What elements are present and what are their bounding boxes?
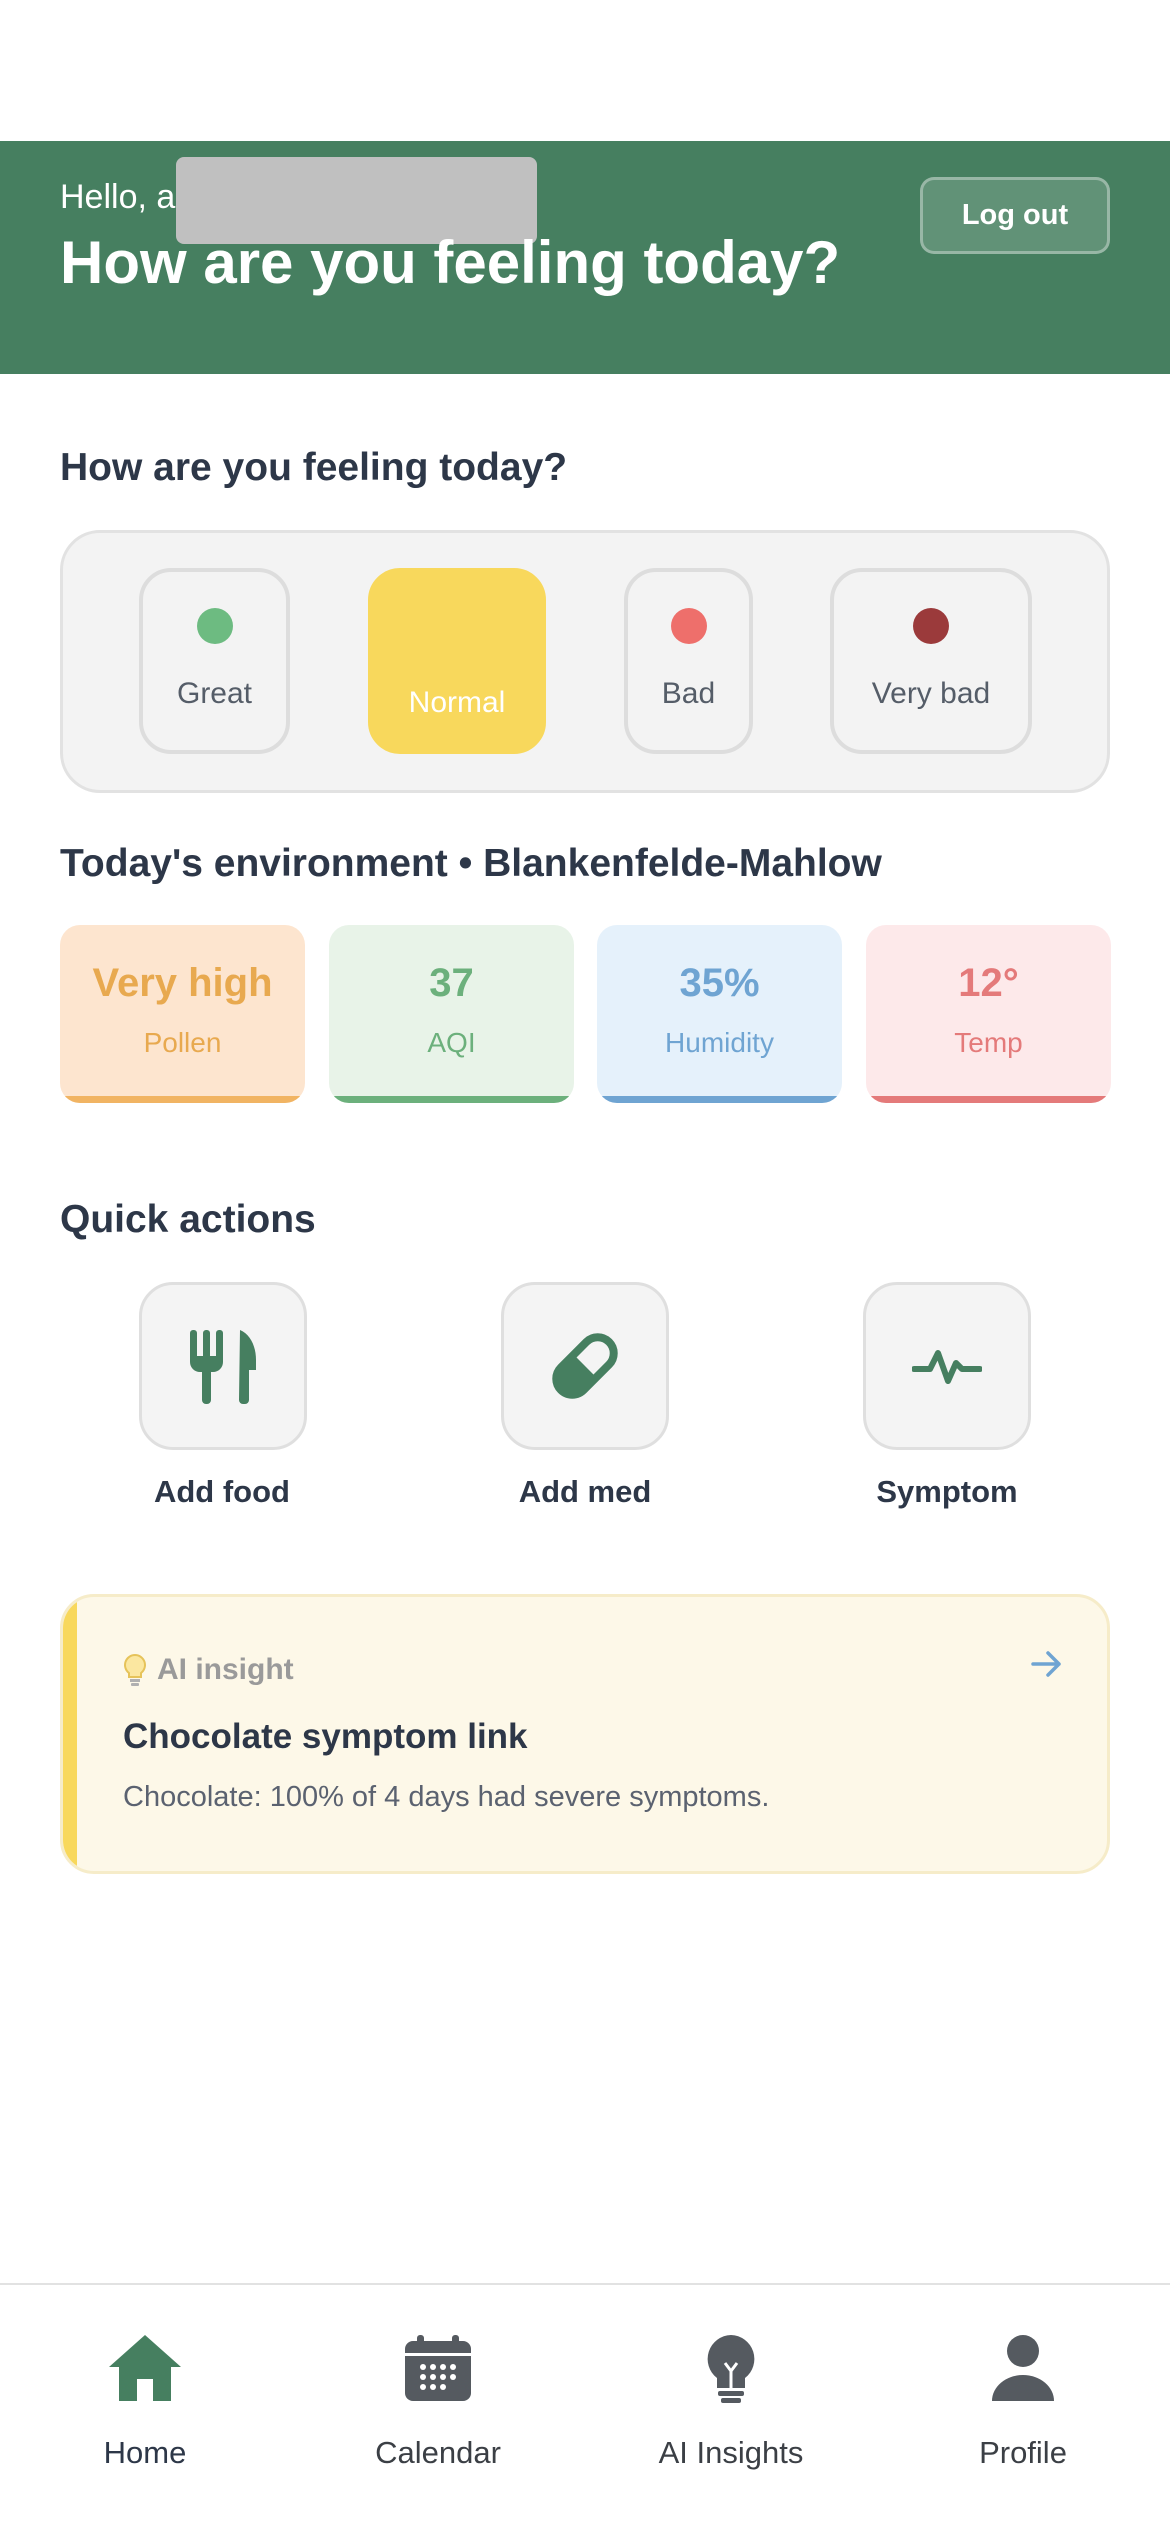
mood-option-normal[interactable]: Normal xyxy=(368,568,546,754)
insight-title: Chocolate symptom link xyxy=(123,1717,528,1756)
insight-accent-bar xyxy=(63,1597,77,1871)
pulse-icon xyxy=(912,1350,982,1384)
greeting-text: Hello, a xyxy=(60,178,176,216)
quick-actions-section-title: Quick actions xyxy=(60,1198,316,1241)
ai-insight-card[interactable]: AI insight Chocolate symptom link Chocol… xyxy=(60,1594,1110,1874)
env-value: 35% xyxy=(679,961,760,1005)
tab-label: Home xyxy=(103,2435,187,2470)
env-accent-bar xyxy=(60,1096,305,1103)
logout-button[interactable]: Log out xyxy=(920,177,1110,254)
symptom-label: Symptom xyxy=(876,1474,1018,1509)
bottom-tab-bar: Home Calendar AI Insights Profile xyxy=(0,2283,1170,2532)
fork-knife-icon xyxy=(190,1330,256,1404)
lightbulb-icon xyxy=(707,2335,755,2403)
mood-option-bad[interactable]: Bad xyxy=(624,568,753,754)
environment-section-title: Today's environment • Blankenfelde-Mahlo… xyxy=(60,842,882,885)
calendar-icon xyxy=(405,2335,471,2401)
env-label: Temp xyxy=(954,1027,1023,1058)
tab-calendar[interactable]: Calendar xyxy=(318,2325,558,2475)
mood-label: Great xyxy=(176,677,253,710)
env-label: AQI xyxy=(427,1027,476,1058)
env-accent-bar xyxy=(329,1096,574,1103)
mood-label: Very bad xyxy=(871,677,991,710)
pill-icon xyxy=(552,1333,618,1399)
tab-home[interactable]: Home xyxy=(25,2325,265,2475)
tab-ai-insights[interactable]: AI Insights xyxy=(611,2325,851,2475)
home-icon xyxy=(109,2335,181,2401)
mood-option-great[interactable]: Great xyxy=(139,568,290,754)
env-card-aqi[interactable]: 37 AQI xyxy=(329,925,574,1103)
tab-label: AI Insights xyxy=(658,2435,804,2470)
person-icon xyxy=(992,2335,1054,2401)
tab-label: Profile xyxy=(979,2435,1067,2470)
env-label: Humidity xyxy=(665,1027,774,1058)
add-med-label: Add med xyxy=(518,1474,652,1509)
tab-profile[interactable]: Profile xyxy=(903,2325,1143,2475)
env-card-humidity[interactable]: 35% Humidity xyxy=(597,925,842,1103)
mood-section-title: How are you feeling today? xyxy=(60,446,568,489)
add-food-label: Add food xyxy=(153,1474,290,1509)
env-value: 37 xyxy=(429,961,474,1005)
insight-body: Chocolate: 100% of 4 days had severe sym… xyxy=(123,1781,770,1813)
add-med-button[interactable] xyxy=(501,1282,669,1450)
add-food-button[interactable] xyxy=(139,1282,307,1450)
add-symptom-button[interactable] xyxy=(863,1282,1031,1450)
insight-tag: AI insight xyxy=(123,1653,294,1687)
arrow-right-icon[interactable] xyxy=(1029,1649,1065,1679)
mood-option-very-bad[interactable]: Very bad xyxy=(830,568,1032,754)
env-accent-bar xyxy=(866,1096,1111,1103)
mood-dot-red xyxy=(670,608,707,644)
env-value: 12° xyxy=(958,961,1019,1005)
tab-label: Calendar xyxy=(375,2435,501,2470)
mood-label: Normal xyxy=(408,686,506,719)
env-card-pollen[interactable]: Very high Pollen xyxy=(60,925,305,1103)
mood-label: Bad xyxy=(661,677,716,710)
mood-dot-dark-red xyxy=(913,608,949,644)
mood-dot-green xyxy=(196,608,233,644)
env-value: Very high xyxy=(92,961,273,1005)
insight-tag-label: AI insight xyxy=(157,1653,294,1686)
header-title: How are you feeling today? xyxy=(60,229,841,296)
env-accent-bar xyxy=(597,1096,842,1103)
env-label: Pollen xyxy=(143,1027,222,1058)
lightbulb-icon xyxy=(124,1653,146,1686)
env-card-temp[interactable]: 12° Temp xyxy=(866,925,1111,1103)
